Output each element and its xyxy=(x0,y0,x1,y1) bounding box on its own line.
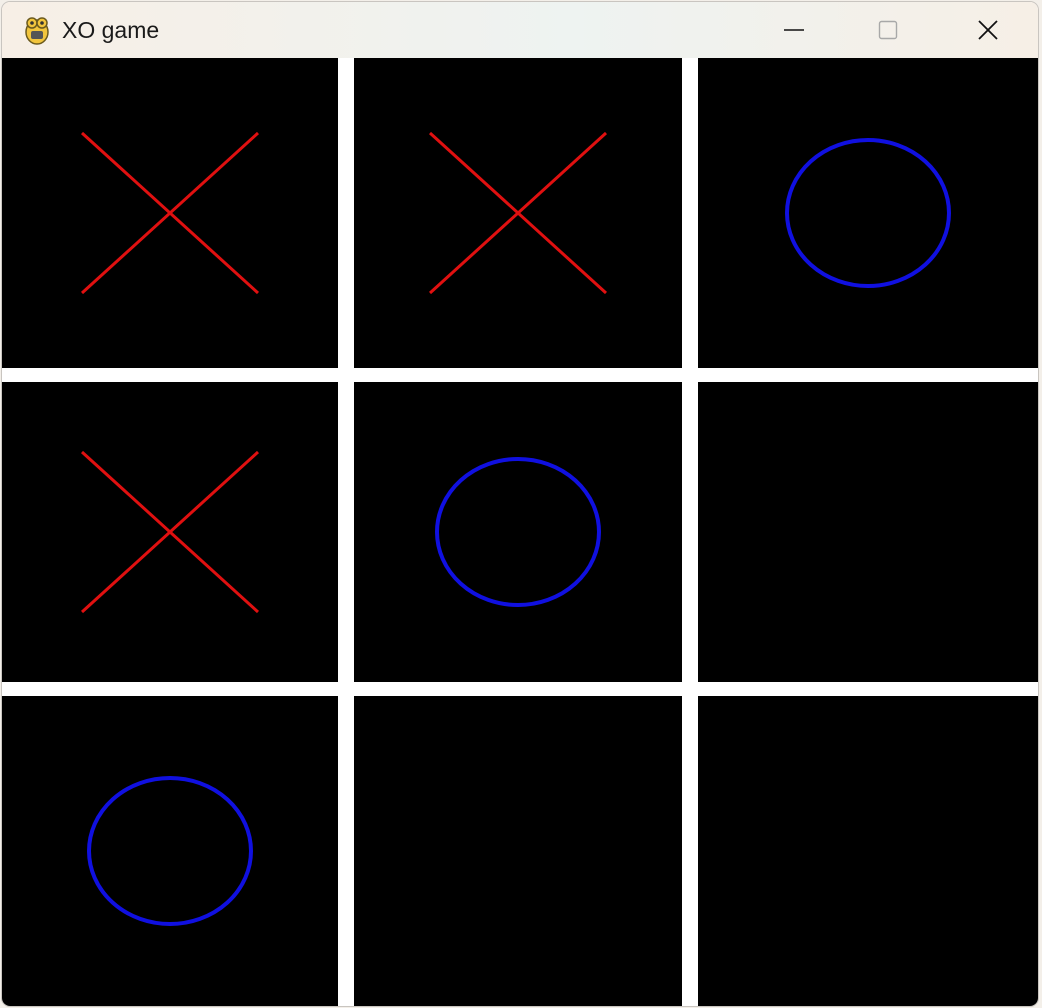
board-cell[interactable] xyxy=(698,382,1038,682)
o-mark-ring xyxy=(435,457,601,607)
board-cell[interactable] xyxy=(354,696,682,1006)
board-cell[interactable] xyxy=(2,58,338,368)
o-mark xyxy=(435,457,601,607)
title-bar[interactable]: XO game xyxy=(2,2,1038,58)
game-board xyxy=(2,58,1038,1006)
o-mark xyxy=(87,776,253,926)
o-mark-ring xyxy=(785,138,951,288)
close-button[interactable] xyxy=(942,2,1034,58)
maximize-button[interactable] xyxy=(842,2,934,58)
window-title: XO game xyxy=(62,17,160,43)
x-mark xyxy=(428,131,608,295)
o-mark-ring xyxy=(87,776,253,926)
game-window: XO game xyxy=(2,2,1038,1006)
board-cell[interactable] xyxy=(354,382,682,682)
minimize-icon xyxy=(784,29,804,31)
pygame-snake-icon xyxy=(25,17,49,45)
board-cell[interactable] xyxy=(2,382,338,682)
board-cell[interactable] xyxy=(698,58,1038,368)
board-cell[interactable] xyxy=(2,696,338,1006)
close-icon xyxy=(978,20,998,40)
board-cell[interactable] xyxy=(354,58,682,368)
x-mark xyxy=(80,131,260,295)
maximize-icon xyxy=(878,20,898,40)
minimize-button[interactable] xyxy=(748,2,840,58)
board-cell[interactable] xyxy=(698,696,1038,1006)
x-mark xyxy=(80,450,260,614)
o-mark xyxy=(785,138,951,288)
